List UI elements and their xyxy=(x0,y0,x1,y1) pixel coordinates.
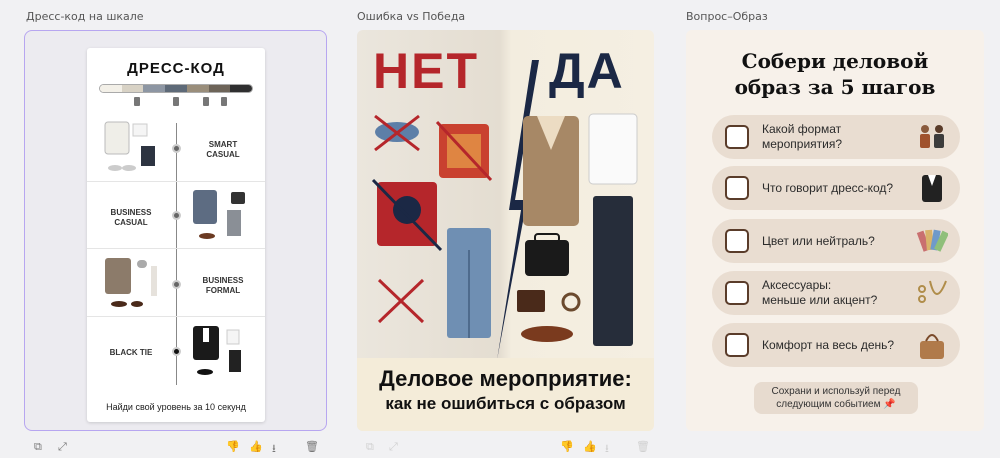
divider xyxy=(87,316,265,317)
step-color[interactable]: Цвет или нейтраль? xyxy=(712,219,960,263)
caption-line-2: как не ошибиться с образом xyxy=(385,394,626,413)
save-note: Сохрани и используй перед следующим собы… xyxy=(754,382,918,414)
black-tie-outfit-icon xyxy=(193,326,241,375)
scale-person-icon xyxy=(134,97,140,106)
dress-code-heading: ДРЕСС-КОД xyxy=(127,60,225,77)
jewelry-icon xyxy=(918,280,947,303)
scale-segment xyxy=(100,85,122,92)
download-icon[interactable]: ⭳ xyxy=(272,440,276,458)
card-title-question-look: Вопрос–Образ xyxy=(686,10,768,23)
card-title-dress-scale: Дресс-код на шкале xyxy=(26,10,144,23)
scale-segment xyxy=(143,85,166,92)
dress-code-infographic: ДРЕСС-КОД SMART CASUAL BUSINESS CASUAL B… xyxy=(87,48,265,422)
scale-segment xyxy=(230,85,252,92)
scale-segment xyxy=(208,85,231,92)
timeline-dot xyxy=(172,347,181,356)
timeline-dot xyxy=(172,280,181,289)
dislike-icon[interactable]: 👎 xyxy=(560,440,574,453)
level-label-business-formal: BUSINESS FORMAL xyxy=(202,276,244,295)
level-label-black-tie: BLACK TIE xyxy=(109,348,153,357)
card-dress-scale-selected[interactable]: ДРЕСС-КОД SMART CASUAL BUSINESS CASUAL B… xyxy=(24,30,327,431)
five-steps-title: Собери деловой образ за 5 шагов xyxy=(734,49,936,99)
yes-heading: ДА xyxy=(549,43,625,99)
scale-person-icon xyxy=(221,97,227,106)
step-checkbox[interactable] xyxy=(725,229,749,253)
step-accessories[interactable]: Аксессуары: меньше или акцент? xyxy=(712,271,960,315)
step-checkbox[interactable] xyxy=(725,281,749,305)
step-checkbox[interactable] xyxy=(725,176,749,200)
timeline-dot xyxy=(172,144,181,153)
step-checkbox[interactable] xyxy=(725,125,749,149)
dress-code-color-scale xyxy=(99,84,253,93)
scale-segment xyxy=(186,85,209,92)
step-checkbox[interactable] xyxy=(725,333,749,357)
scale-segment xyxy=(121,85,144,92)
dress-code-footer: Найди свой уровень за 10 секунд xyxy=(106,402,246,412)
step-event-format[interactable]: Какой формат мероприятия? xyxy=(712,115,960,159)
event-caption: Деловое мероприятие: как не ошибиться с … xyxy=(357,358,654,431)
expand-icon[interactable]: ⤢ xyxy=(58,440,67,454)
copy-icon[interactable]: ⧉ xyxy=(366,440,374,454)
divider xyxy=(87,181,265,182)
divider xyxy=(87,248,265,249)
step-dress-code[interactable]: Что говорит дресс-код? xyxy=(712,166,960,210)
correct-outfit-icon xyxy=(517,113,638,346)
delete-icon[interactable]: 🗑 xyxy=(305,440,319,453)
card-question-look[interactable]: Собери деловой образ за 5 шагов Какой фо… xyxy=(686,30,984,431)
copy-icon[interactable]: ⧉ xyxy=(34,440,42,454)
expand-icon[interactable]: ⤢ xyxy=(389,440,398,454)
scale-segment xyxy=(165,85,187,92)
no-heading: НЕТ xyxy=(373,43,479,99)
scale-person-icon xyxy=(203,97,209,106)
level-label-business-casual: BUSINESS CASUAL xyxy=(110,208,152,227)
card-error-vs-win[interactable]: НЕТ ДА Деловое мероприятие: как не ошиби… xyxy=(357,30,654,431)
card-title-error-vs-win: Ошибка vs Победа xyxy=(357,10,466,23)
step-comfort[interactable]: Комфорт на весь день? xyxy=(712,323,960,367)
timeline-dot xyxy=(172,211,181,220)
people-meeting-icon xyxy=(920,125,944,148)
delete-icon[interactable]: 🗑 xyxy=(636,440,650,453)
timeline-line xyxy=(176,123,177,385)
suit-icon xyxy=(922,175,942,202)
dislike-icon[interactable]: 👎 xyxy=(226,440,240,453)
business-formal-outfit-icon xyxy=(105,258,157,307)
business-casual-outfit-icon xyxy=(193,190,245,239)
like-icon[interactable]: 👍 xyxy=(583,440,597,453)
like-icon[interactable]: 👍 xyxy=(249,440,263,453)
download-icon[interactable]: ⭳ xyxy=(605,440,609,458)
smart-casual-outfit-icon xyxy=(104,121,155,171)
color-palette-icon xyxy=(916,229,948,252)
caption-line-1: Деловое мероприятие: xyxy=(379,366,632,391)
level-label-smart-casual: SMART CASUAL xyxy=(206,140,240,159)
handbag-icon xyxy=(920,334,944,359)
scale-person-icon xyxy=(173,97,179,106)
wrong-outfit-icon xyxy=(371,114,493,338)
